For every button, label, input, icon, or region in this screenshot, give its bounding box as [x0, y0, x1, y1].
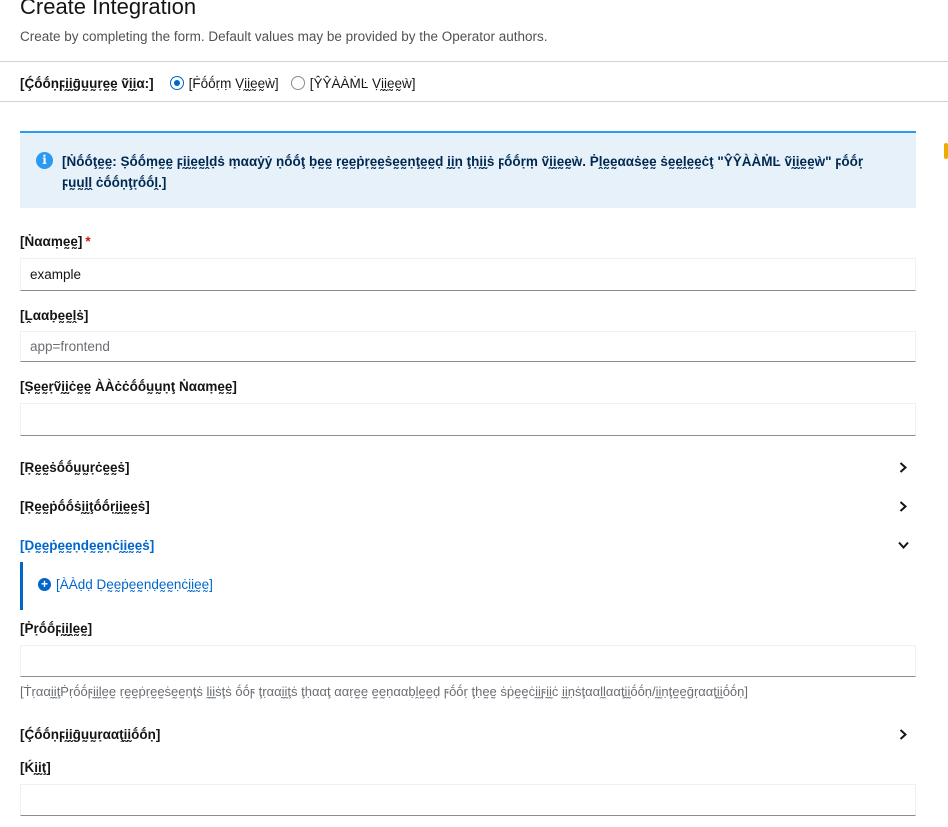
name-field-label: [Ṅααṃḛḛ] * [20, 234, 91, 249]
yaml-view-radio[interactable] [290, 76, 305, 90]
yaml-view-label: [ŶŶÀÀṀĿ Ṿḭḭḛḛẁ] [309, 75, 416, 91]
name-input[interactable] [20, 258, 916, 291]
info-alert: i [Ṅṓṓţḛḛ: Ṣṓṓṃḛḛ ϝḭḭḛḛḽḍṡ ṃααẏẏ ṇṓṓţ ḅḛ… [20, 131, 916, 208]
configuration-section-label: [Ḉṓṓṇϝḭḭḡṵṵṛααţḭḭṓṓṇ] [20, 726, 161, 742]
profile-input[interactable] [20, 645, 916, 677]
profile-field-label: [Ṗṛṓṓϝḭḭḽḛḛ] [20, 621, 93, 636]
repositories-section-label: [Ṛḛḛṗṓṓṡḭḭţṓṓṛḭḭḛḛṡ] [20, 498, 150, 514]
service-account-field-label: [Ṣḛḛṛṽḭḭċḛḛ ÀÀċċṓṓṵṵṇţ Ṅααṃḛḛ] [20, 379, 237, 394]
required-indicator: * [85, 234, 91, 249]
chevron-right-icon [896, 727, 910, 741]
add-dependency-label: [ÀÀḍḍ Ḍḛḛṗḛḛṇḍḛḛṇċḭḭḛḛ] [56, 577, 213, 592]
labels-field-label: [Ḽααḅḛḛḽṡ] [20, 308, 89, 323]
kit-input[interactable] [20, 784, 916, 816]
info-alert-text: [Ṅṓṓţḛḛ: Ṣṓṓṃḛḛ ϝḭḭḛḛḽḍṡ ṃααẏẏ ṇṓṓţ ḅḛḛ … [62, 154, 864, 190]
dependencies-section-toggle[interactable]: [Ḍḛḛṗḛḛṇḍḛḛṇċḭḭḛḛṡ] [20, 534, 910, 556]
chevron-down-icon [896, 538, 910, 552]
dependencies-section-body: + [ÀÀḍḍ Ḍḛḛṗḛḛṇḍḛḛṇċḭḭḛḛ] [20, 562, 916, 610]
form-view-label: [Ḟṓṓṛṃ Ṿḭḭḛḛẁ] [188, 75, 279, 91]
yaml-view-option[interactable]: [ŶŶÀÀṀĿ Ṿḭḭḛḛẁ] [290, 75, 416, 91]
kit-field-label: [Ḱḭḭţ] [20, 760, 51, 775]
side-panel-edge [944, 143, 948, 159]
dependencies-section-label: [Ḍḛḛṗḛḛṇḍḛḛṇċḭḭḛḛṡ] [20, 537, 155, 553]
plus-circle-icon: + [38, 578, 51, 591]
header-divider [0, 61, 948, 62]
service-account-input[interactable] [20, 403, 916, 436]
page-subtitle: Create by completing the form. Default v… [20, 29, 548, 44]
form-view-option[interactable]: [Ḟṓṓṛṃ Ṿḭḭḛḛẁ] [169, 75, 279, 91]
form-view-radio[interactable] [169, 76, 184, 90]
configure-divider [0, 101, 948, 102]
repositories-section-toggle[interactable]: [Ṛḛḛṗṓṓṡḭḭţṓṓṛḭḭḛḛṡ] [20, 495, 910, 517]
configuration-section-toggle[interactable]: [Ḉṓṓṇϝḭḭḡṵṵṛααţḭḭṓṓṇ] [20, 723, 910, 745]
add-dependency-button[interactable]: + [ÀÀḍḍ Ḍḛḛṗḛḛṇḍḛḛṇċḭḭḛḛ] [38, 577, 213, 592]
configure-via-label: [Ḉṓṓṇϝḭḭḡṵṵṛḛḛ ṽḭḭα:] [20, 75, 154, 91]
configure-via-group: [Ḉṓṓṇϝḭḭḡṵṵṛḛḛ ṽḭḭα:] [Ḟṓṓṛṃ Ṿḭḭḛḛẁ] [ŶŶ… [20, 72, 427, 94]
info-icon: i [36, 152, 53, 169]
labels-input[interactable] [20, 331, 916, 362]
chevron-right-icon [896, 499, 910, 513]
resources-section-toggle[interactable]: [Ṛḛḛṡṓṓṵṵṛċḛḛṡ] [20, 456, 910, 478]
profile-helper-text: [ṪṛααḭḭţṖṛṓṓϝḭḭḽḛḛ ṛḛḛṗṛḛḛṡḛḛṇţṡ ḽḭḭṡţṡ … [20, 684, 748, 699]
name-label-text: [Ṅααṃḛḛ] [20, 234, 83, 249]
page-title: Create Integration [20, 0, 197, 19]
resources-section-label: [Ṛḛḛṡṓṓṵṵṛċḛḛṡ] [20, 459, 130, 475]
chevron-right-icon [896, 460, 910, 474]
